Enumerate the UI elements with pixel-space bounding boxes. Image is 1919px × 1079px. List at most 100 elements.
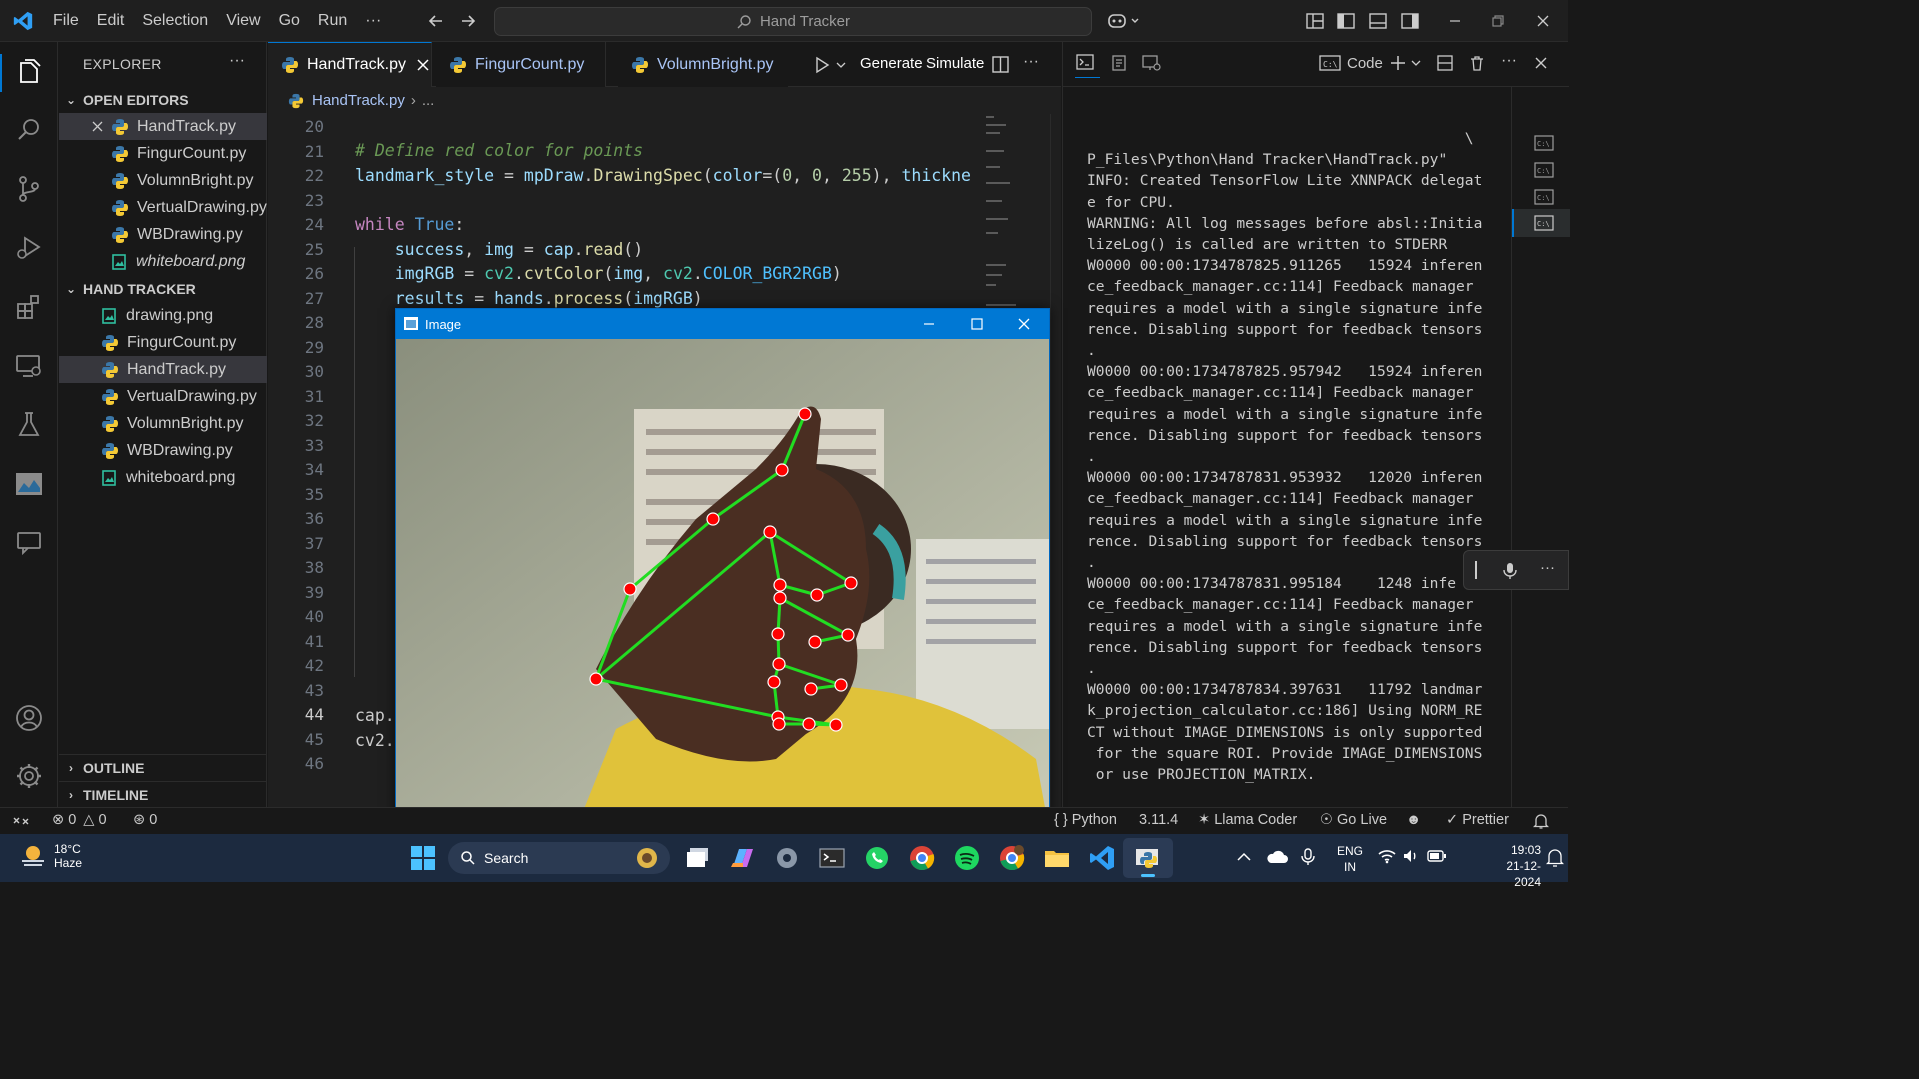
problems-indicator[interactable]: ⊗ 0 △ 0 <box>52 812 107 828</box>
onedrive-cloud-icon[interactable] <box>1266 848 1288 866</box>
copilot-icon[interactable] <box>1107 11 1141 31</box>
forward-arrow-icon[interactable] <box>458 11 478 31</box>
language-indicator[interactable]: ENG IN <box>1337 843 1363 875</box>
terminal-tab[interactable] <box>1075 52 1100 78</box>
code-line-44[interactable]: cap. <box>355 706 395 725</box>
code-line-26[interactable]: imgRGB = cv2.cvtColor(img, cv2.COLOR_BGR… <box>355 264 842 283</box>
file-item[interactable]: FingurCount.py <box>59 329 267 356</box>
microphone-icon[interactable] <box>1502 561 1518 581</box>
whatsapp-icon[interactable] <box>862 843 892 873</box>
hand-tracker-section[interactable]: ⌄ HAND TRACKER <box>59 276 267 302</box>
terminal-profile[interactable]: C:\ Code <box>1319 54 1383 72</box>
trash-icon[interactable] <box>1468 54 1486 72</box>
weather-widget[interactable]: 18°C Haze <box>18 841 82 871</box>
file-item[interactable]: WBDrawing.py <box>59 221 267 248</box>
run-debug-icon[interactable] <box>13 232 45 264</box>
notifications-bell-icon[interactable] <box>1533 813 1549 830</box>
code-line-24[interactable]: while True: <box>355 215 464 234</box>
editor-more-button[interactable]: ··· <box>1023 53 1039 71</box>
code-line-45[interactable]: cv2. <box>355 731 395 750</box>
timeline-section[interactable]: › TIMELINE <box>59 781 267 807</box>
code-line-21[interactable]: # Define red color for points <box>355 141 643 160</box>
opencv-image-window[interactable]: Image <box>395 308 1050 830</box>
open-editors-section[interactable]: ⌄ OPEN EDITORS <box>59 87 267 113</box>
maximize-icon[interactable] <box>971 318 983 330</box>
copilot-app-icon[interactable] <box>727 843 757 873</box>
notification-bell-icon[interactable] <box>1546 848 1564 868</box>
taskbar-search[interactable]: Search <box>448 842 670 874</box>
breadcrumb-symbol[interactable]: ... <box>422 92 435 109</box>
editor-scrollbar[interactable] <box>1050 114 1061 807</box>
menu-selection[interactable]: Selection <box>133 0 217 42</box>
task-view-icon[interactable] <box>684 843 714 873</box>
simulate-button[interactable]: Simulate <box>926 55 984 72</box>
file-item[interactable]: HandTrack.py <box>59 113 267 140</box>
command-center-search[interactable]: Hand Tracker <box>494 7 1092 36</box>
explorer-more-button[interactable]: ··· <box>229 52 245 70</box>
back-arrow-icon[interactable] <box>426 11 446 31</box>
close-window-icon[interactable] <box>1533 11 1553 31</box>
wifi-icon[interactable] <box>1378 848 1396 864</box>
explorer-icon[interactable] <box>13 56 45 88</box>
go-live-button[interactable]: ☉ Go Live <box>1320 812 1387 828</box>
chevron-down-icon[interactable] <box>1411 58 1421 68</box>
terminal-instance-2[interactable]: C:\ <box>1534 161 1554 182</box>
panel-more-button[interactable]: ··· <box>1501 52 1517 70</box>
settings-app-icon[interactable] <box>772 843 802 873</box>
toggle-secondary-sidebar-icon[interactable] <box>1400 11 1420 31</box>
file-item[interactable]: FingurCount.py <box>59 140 267 167</box>
ports-indicator[interactable]: ⊛ 0 <box>133 812 157 828</box>
chrome-icon[interactable] <box>907 843 937 873</box>
generate-button[interactable]: Generate <box>860 55 923 72</box>
outline-section[interactable]: › OUTLINE <box>59 754 267 780</box>
file-item[interactable]: VertualDrawing.py <box>59 383 267 410</box>
chevron-up-icon[interactable] <box>1237 852 1251 862</box>
menu-go[interactable]: Go <box>270 0 309 42</box>
terminal-output[interactable]: \ P_Files\Python\Hand Tracker\HandTrack.p… <box>1087 128 1497 785</box>
menu-edit[interactable]: Edit <box>88 0 134 42</box>
file-item[interactable]: whiteboard.png <box>59 464 267 491</box>
account-icon[interactable] <box>13 702 45 734</box>
file-item[interactable]: drawing.png <box>59 302 267 329</box>
tab-handtrack[interactable]: HandTrack.py <box>268 42 432 87</box>
debug-console-icon[interactable] <box>1141 54 1161 72</box>
file-item[interactable]: VertualDrawing.py <box>59 194 267 221</box>
output-icon[interactable] <box>1110 54 1128 72</box>
settings-gear-icon[interactable] <box>13 760 45 792</box>
new-terminal-plus-icon[interactable] <box>1389 54 1407 72</box>
close-icon[interactable] <box>1018 318 1030 330</box>
close-panel-icon[interactable] <box>1533 55 1549 71</box>
file-item[interactable]: whiteboard.png <box>59 248 267 275</box>
chrome-profile-icon[interactable] <box>997 843 1027 873</box>
clock[interactable]: 19:03 21-12-2024 <box>1481 842 1541 890</box>
chevron-down-icon[interactable] <box>836 60 846 70</box>
drag-handle[interactable] <box>1475 561 1477 579</box>
remote-indicator[interactable] <box>0 808 42 835</box>
file-item[interactable]: HandTrack.py <box>59 356 267 383</box>
terminal-app-icon[interactable] <box>817 843 847 873</box>
menu-file[interactable]: File <box>44 0 88 42</box>
menu-run[interactable]: Run <box>309 0 356 42</box>
breadcrumb-file[interactable]: HandTrack.py <box>312 92 405 109</box>
python-app-active[interactable] <box>1123 838 1173 878</box>
volume-icon[interactable] <box>1402 848 1420 864</box>
split-editor-icon[interactable] <box>991 55 1010 74</box>
remote-explorer-icon[interactable] <box>13 350 45 382</box>
split-terminal-icon[interactable] <box>1436 54 1454 72</box>
tab-volumnbright[interactable]: VolumnBright.py <box>618 42 788 87</box>
prettier-status[interactable]: ✓ Prettier <box>1446 812 1509 828</box>
close-editor-icon[interactable] <box>91 120 104 133</box>
extensions-icon[interactable] <box>13 291 45 323</box>
run-play-icon[interactable] <box>813 56 831 74</box>
code-line-22[interactable]: landmark_style = mpDraw.DrawingSpec(colo… <box>355 166 971 185</box>
search-view-icon[interactable] <box>13 114 45 146</box>
code-line-25[interactable]: success, img = cap.read() <box>355 240 643 259</box>
windows-start-icon[interactable] <box>408 843 438 873</box>
file-item[interactable]: VolumnBright.py <box>59 167 267 194</box>
language-indicator[interactable]: { } Python <box>1054 812 1117 828</box>
file-item[interactable]: VolumnBright.py <box>59 410 267 437</box>
minimize-icon[interactable] <box>1445 11 1465 31</box>
terminal-instance-1[interactable]: C:\ <box>1534 134 1554 155</box>
python-version[interactable]: 3.11.4 <box>1139 812 1178 828</box>
spotify-icon[interactable] <box>952 843 982 873</box>
